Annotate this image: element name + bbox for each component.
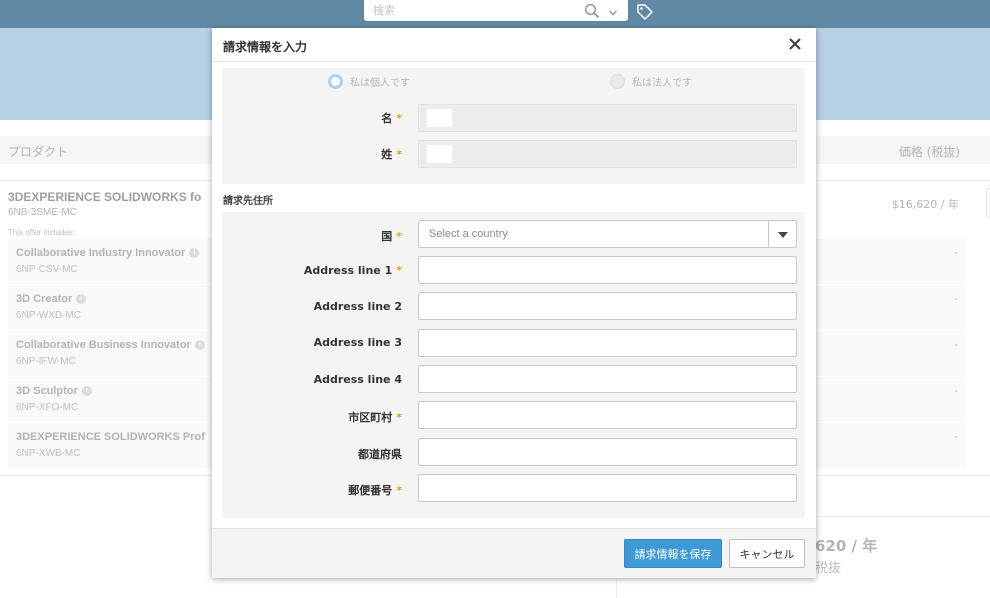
- address-line-2-input[interactable]: [419, 293, 796, 319]
- address-line-1-label: Address line 1 *: [303, 264, 402, 277]
- billing-address-heading: 請求先住所: [223, 196, 273, 207]
- address-line-2-label: Address line 2: [313, 300, 402, 313]
- city-field[interactable]: [418, 401, 797, 429]
- required-mark: *: [396, 484, 402, 497]
- address-line-1-input[interactable]: [419, 257, 796, 283]
- last-name-input-stub[interactable]: [426, 144, 453, 164]
- city-label: 市区町村 *: [348, 411, 402, 424]
- required-mark: *: [396, 148, 402, 161]
- address-line-1-field[interactable]: [418, 256, 797, 284]
- address-line-3-label: Address line 3: [313, 336, 402, 349]
- save-billing-button[interactable]: 請求情報を保存: [624, 539, 722, 568]
- first-name-label: 名 *: [381, 112, 402, 125]
- last-name-field[interactable]: [418, 140, 797, 168]
- address-line-4-input[interactable]: [419, 366, 796, 392]
- chevron-down-icon[interactable]: [768, 221, 796, 247]
- dialog-title: 請求情報を入力: [223, 40, 308, 54]
- radio-selected-indicator[interactable]: [328, 74, 343, 89]
- required-mark: *: [396, 411, 402, 424]
- radio-individual-label: 私は個人です: [350, 78, 410, 89]
- billing-info-dialog: 請求情報を入力 私は個人です 私は法人です 名 * 姓 * 請求先住所 国 * Sel…: [212, 28, 816, 578]
- postal-code-label: 郵便番号 *: [348, 484, 402, 497]
- country-select-value: Select a country: [429, 228, 508, 240]
- dialog-header: 請求情報を入力: [212, 28, 816, 62]
- billing-address-panel: 国 * Select a country Address line 1 * Addr…: [222, 212, 805, 518]
- postal-code-input[interactable]: [419, 475, 796, 501]
- address-line-4-label: Address line 4: [313, 373, 402, 386]
- last-name-label: 姓 *: [381, 148, 402, 161]
- prefecture-input[interactable]: [419, 439, 796, 465]
- address-line-3-input[interactable]: [419, 330, 796, 356]
- required-mark: *: [396, 230, 402, 243]
- address-line-3-field[interactable]: [418, 329, 797, 357]
- close-icon[interactable]: [786, 35, 804, 53]
- dialog-footer: 請求情報を保存 キャンセル: [212, 528, 816, 578]
- cancel-button[interactable]: キャンセル: [729, 539, 805, 568]
- customer-type-panel: 私は個人です 私は法人です 名 * 姓 *: [222, 68, 805, 184]
- radio-corporate[interactable]: 私は法人です: [610, 74, 692, 89]
- required-mark: *: [396, 112, 402, 125]
- prefecture-field[interactable]: [418, 438, 797, 466]
- first-name-field[interactable]: [418, 104, 797, 132]
- country-label: 国 *: [381, 230, 402, 243]
- first-name-input-stub[interactable]: [426, 108, 453, 128]
- address-line-2-field[interactable]: [418, 292, 797, 320]
- radio-individual[interactable]: 私は個人です: [328, 74, 410, 89]
- prefecture-label: 都道府県: [358, 448, 402, 461]
- postal-code-field[interactable]: [418, 474, 797, 502]
- radio-unselected-indicator[interactable]: [610, 74, 625, 89]
- city-input[interactable]: [419, 402, 796, 428]
- radio-corporate-label: 私は法人です: [632, 78, 692, 89]
- country-select[interactable]: Select a country: [418, 220, 797, 248]
- address-line-4-field[interactable]: [418, 365, 797, 393]
- required-mark: *: [396, 264, 402, 277]
